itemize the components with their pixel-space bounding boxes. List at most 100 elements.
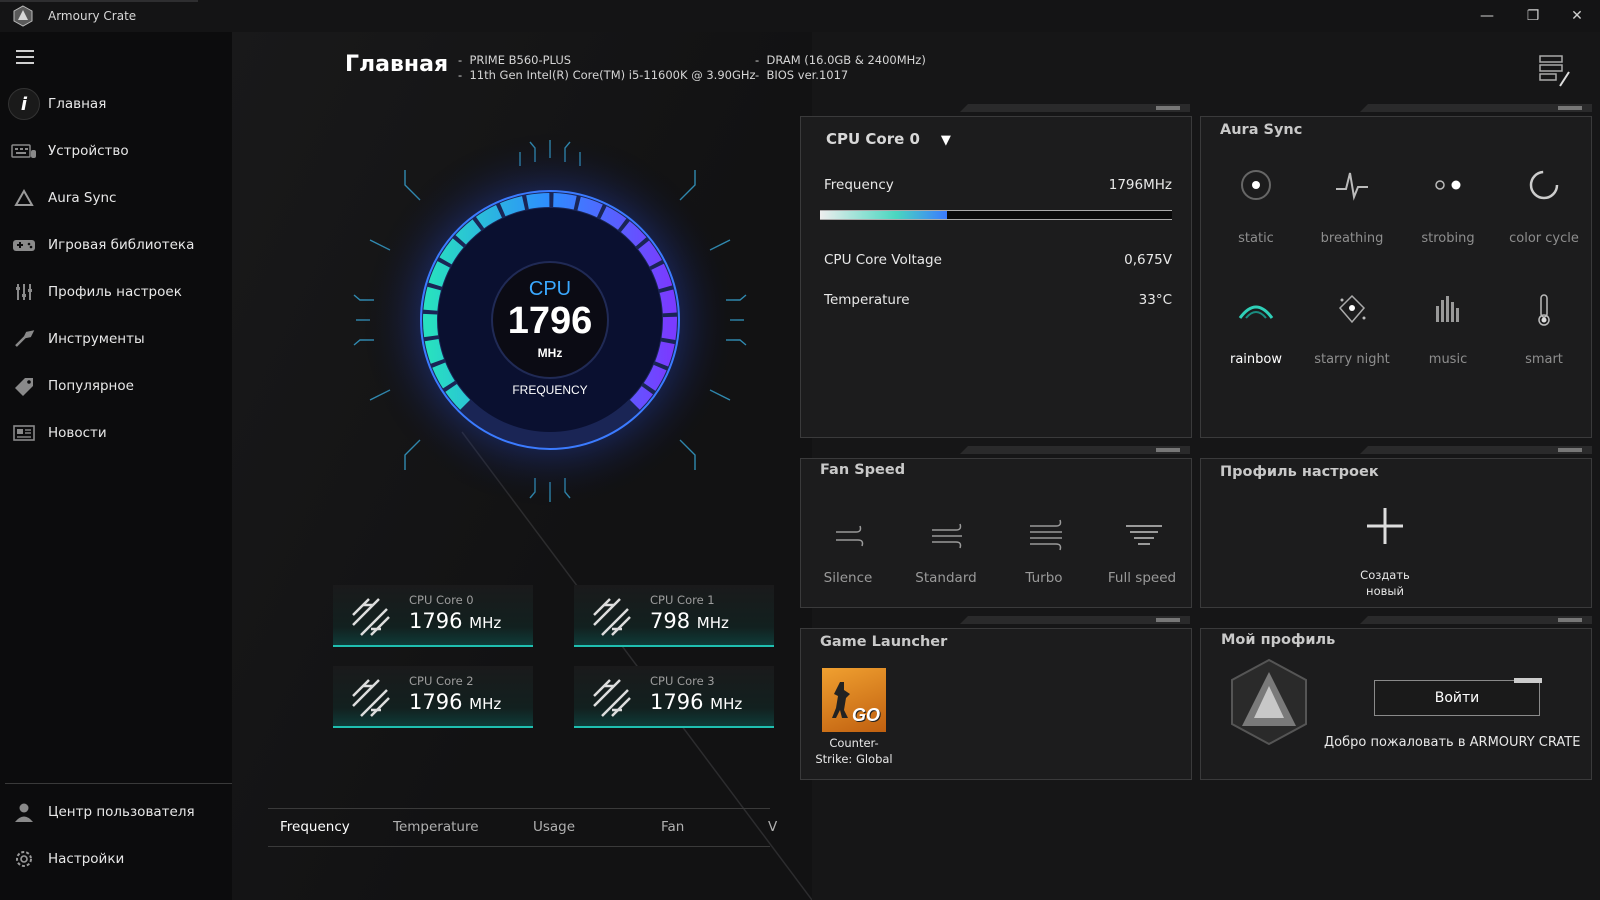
sidebar-item-aura-sync[interactable]: Aura Sync <box>0 176 232 220</box>
tab-temperature[interactable]: Temperature <box>393 819 479 835</box>
core-tile-3: CPU Core 3 1796 MHz <box>574 666 774 728</box>
gauge-caption: FREQUENCY <box>512 383 587 397</box>
cpu-info-panel <box>800 116 1192 438</box>
fan-mode-turbo[interactable]: Turbo <box>996 570 1092 586</box>
core-value: 798 MHz <box>650 609 729 633</box>
title-bar: Armoury Crate — ❐ ✕ <box>0 0 1600 32</box>
fan-mode-silence[interactable]: Silence <box>800 570 896 586</box>
frequency-bar <box>820 210 1172 220</box>
sidebar-item-label: Настройки <box>48 851 125 867</box>
core-value: 1796 MHz <box>409 609 502 633</box>
static-dot-icon[interactable] <box>1236 165 1276 205</box>
edit-layout-icon[interactable] <box>1538 54 1572 88</box>
aura-triangle-icon <box>14 189 34 206</box>
aura-effect-strobing[interactable]: strobing <box>1400 231 1496 246</box>
sidebar-item-device[interactable]: Устройство <box>0 129 232 173</box>
cpu-chip-icon <box>352 679 390 717</box>
wind-standard-icon[interactable] <box>928 520 968 556</box>
breathing-wave-icon[interactable] <box>1332 165 1372 205</box>
tabs-bottom-divider <box>268 846 770 847</box>
rainbow-arc-icon[interactable] <box>1236 290 1276 330</box>
core-name: CPU Core 2 <box>409 674 474 688</box>
info-icon: i <box>8 88 40 120</box>
tab-voltage[interactable]: V <box>768 819 777 835</box>
aura-effect-color-cycle[interactable]: color cycle <box>1496 231 1592 246</box>
my-profile-title: Мой профиль <box>1221 632 1336 648</box>
page-title: Главная <box>345 52 449 77</box>
create-profile-button[interactable]: Создать новый <box>1335 567 1435 599</box>
music-bars-icon[interactable] <box>1428 290 1468 330</box>
aura-effect-breathing[interactable]: breathing <box>1304 231 1400 246</box>
sidebar-item-label: Центр пользователя <box>48 804 195 820</box>
profile-panel-title: Профиль настроек <box>1220 464 1379 480</box>
sidebar-item-profile-settings[interactable]: Профиль настроек <box>0 270 232 314</box>
title-accent-line <box>0 0 198 2</box>
game-panel-notch <box>960 616 1190 624</box>
welcome-text: Добро пожаловать в ARMOURY CRATE <box>1324 735 1581 750</box>
wind-silence-icon[interactable] <box>832 520 868 556</box>
sidebar-item-label: Игровая библиотека <box>48 237 195 253</box>
color-cycle-icon[interactable] <box>1524 165 1564 205</box>
fan-mode-full-speed[interactable]: Full speed <box>1094 570 1190 586</box>
minimize-button[interactable]: — <box>1464 0 1510 32</box>
sidebar-item-game-library[interactable]: Игровая библиотека <box>0 223 232 267</box>
armoury-avatar-logo-icon <box>1231 658 1307 746</box>
aura-effect-music[interactable]: music <box>1400 352 1496 367</box>
hamburger-menu-icon[interactable] <box>16 50 34 68</box>
cpu-panel-notch <box>960 104 1190 112</box>
frequency-bar-fill <box>820 211 947 219</box>
login-button[interactable]: Войти <box>1374 680 1540 716</box>
window-title: Armoury Crate <box>48 9 137 23</box>
wind-full-icon[interactable] <box>1124 520 1164 556</box>
wind-turbo-icon[interactable] <box>1026 518 1066 556</box>
tab-fan[interactable]: Fan <box>661 819 684 835</box>
cpu-core-selector[interactable]: CPU Core 0 ▼ <box>826 130 951 148</box>
spec-dram: - DRAM (16.0GB & 2400MHz) <box>755 53 926 67</box>
core-tile-2: CPU Core 2 1796 MHz <box>333 666 533 728</box>
fan-panel-notch <box>960 446 1190 454</box>
plus-icon[interactable] <box>1365 506 1405 546</box>
aura-panel-title: Aura Sync <box>1220 122 1303 138</box>
sidebar-item-label: Популярное <box>48 378 134 394</box>
myprofile-panel-notch <box>1360 616 1592 624</box>
spec-bios: - BIOS ver.1017 <box>755 68 849 82</box>
tab-frequency[interactable]: Frequency <box>280 819 350 835</box>
fan-mode-standard[interactable]: Standard <box>898 570 994 586</box>
gamepad-icon <box>13 240 35 251</box>
maximize-button[interactable]: ❐ <box>1510 0 1556 32</box>
sidebar-item-settings[interactable]: Настройки <box>0 837 232 881</box>
spec-motherboard: - PRIME B560-PLUS <box>458 53 572 67</box>
aura-effect-rainbow[interactable]: rainbow <box>1208 352 1304 367</box>
sidebar-item-label: Инструменты <box>48 331 145 347</box>
gauge-label: CPU <box>529 278 571 300</box>
aura-effect-starry-night[interactable]: starry night <box>1304 352 1400 367</box>
aura-effect-smart[interactable]: smart <box>1496 352 1592 367</box>
tab-usage[interactable]: Usage <box>533 819 575 835</box>
csgo-badge: GO <box>851 705 880 725</box>
csgo-game-icon[interactable]: GO <box>822 668 886 732</box>
temperature-value: 33°C <box>1138 292 1172 308</box>
aura-effect-static[interactable]: static <box>1208 231 1304 246</box>
strobing-dots-icon[interactable] <box>1428 165 1468 205</box>
sidebar-item-news[interactable]: Новости <box>0 411 232 455</box>
sidebar-item-home[interactable]: i Главная <box>0 82 232 126</box>
sidebar: i Главная Устройство Aura Sync Игровая б… <box>0 32 232 900</box>
sidebar-item-popular[interactable]: Популярное <box>0 364 232 408</box>
tag-icon <box>15 378 33 396</box>
gauge-value: 1796 <box>508 300 593 342</box>
starry-night-icon[interactable] <box>1332 290 1372 330</box>
frequency-label: Frequency <box>824 177 894 193</box>
game-title[interactable]: Counter- Strike: Global <box>804 735 904 767</box>
wrench-icon <box>15 330 35 347</box>
core-tile-0: CPU Core 0 1796 MHz <box>333 585 533 647</box>
core-name: CPU Core 0 <box>409 593 474 607</box>
sidebar-item-user-center[interactable]: Центр пользователя <box>0 790 232 834</box>
sidebar-item-tools[interactable]: Инструменты <box>0 317 232 361</box>
close-button[interactable]: ✕ <box>1554 0 1600 32</box>
thermometer-icon[interactable] <box>1524 290 1564 330</box>
login-button-accent <box>1514 678 1542 683</box>
gauge-unit: MHz <box>538 346 563 360</box>
core-name: CPU Core 1 <box>650 593 715 607</box>
frequency-value: 1796MHz <box>1108 177 1172 193</box>
profile-panel-notch <box>1360 446 1592 454</box>
